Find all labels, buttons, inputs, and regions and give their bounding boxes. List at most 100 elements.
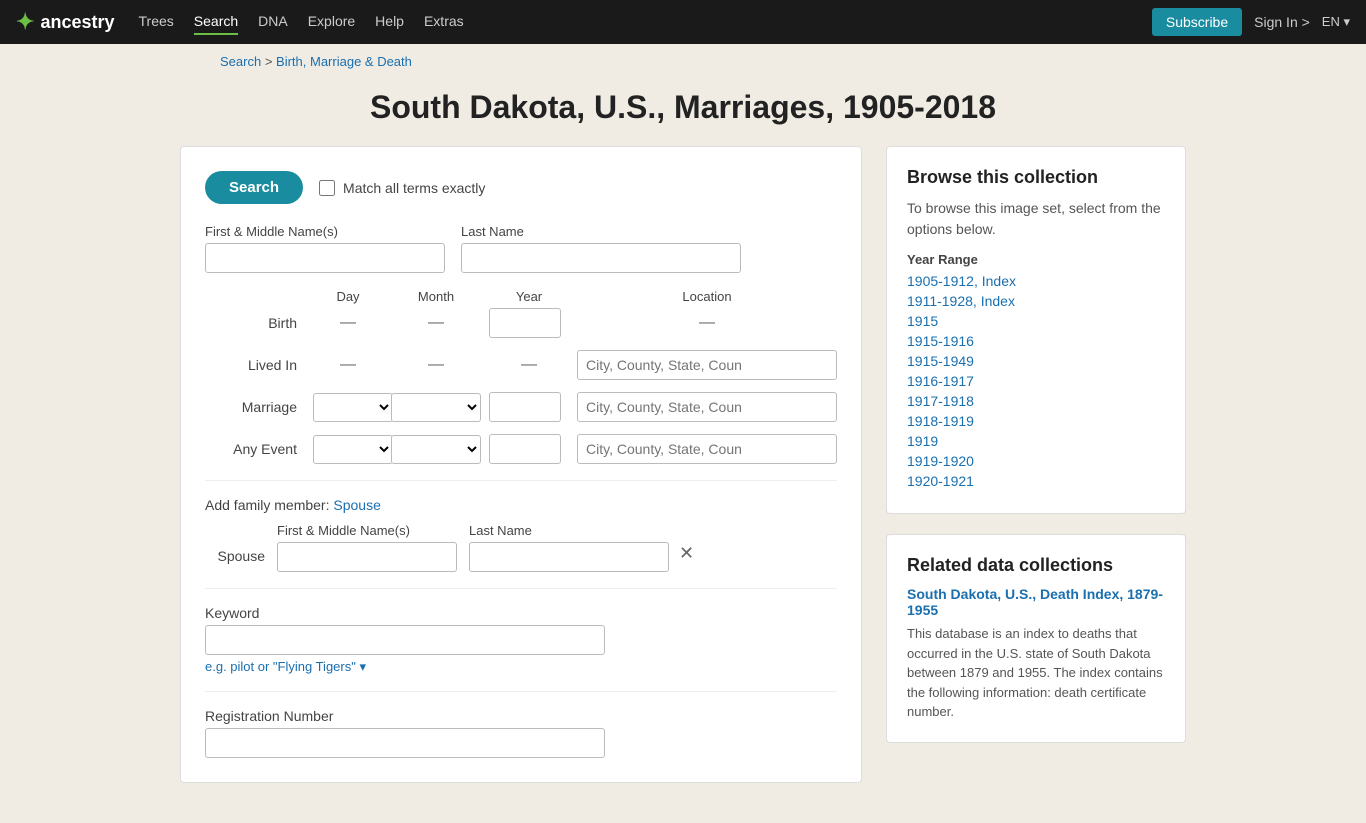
nav-explore[interactable]: Explore — [308, 9, 355, 35]
signin-link[interactable]: Sign In > — [1254, 14, 1310, 30]
marriage-month-select[interactable] — [391, 393, 481, 422]
year-range-item: 1915-1916 — [907, 333, 1165, 349]
keyword-input[interactable] — [205, 625, 605, 655]
form-divider — [205, 480, 837, 481]
main-layout: Search Match all terms exactly First & M… — [0, 146, 1366, 823]
year-range-item: 1919 — [907, 433, 1165, 449]
match-exact-checkbox[interactable] — [319, 180, 335, 196]
lived-in-label: Lived In — [205, 357, 305, 373]
browse-title: Browse this collection — [907, 167, 1165, 188]
match-exact-label: Match all terms exactly — [343, 180, 485, 196]
breadcrumb-search[interactable]: Search — [220, 54, 261, 69]
year-range-item: 1915 — [907, 313, 1165, 329]
related-description: This database is an index to deaths that… — [907, 624, 1165, 722]
subscribe-button[interactable]: Subscribe — [1152, 8, 1242, 36]
search-button[interactable]: Search — [205, 171, 303, 204]
year-range-link-10[interactable]: 1920-1921 — [907, 473, 974, 489]
year-range-link-4[interactable]: 1915-1949 — [907, 353, 974, 369]
location-col-header: Location — [577, 289, 837, 304]
year-range-link-2[interactable]: 1915 — [907, 313, 938, 329]
any-event-location-input[interactable] — [577, 434, 837, 464]
year-range-link-3[interactable]: 1915-1916 — [907, 333, 974, 349]
year-range-item: 1919-1920 — [907, 453, 1165, 469]
related-title: Related data collections — [907, 555, 1165, 576]
birth-year-input[interactable] — [489, 308, 561, 338]
year-range-label: Year Range — [907, 252, 1165, 267]
birth-month-dash: — — [391, 314, 481, 332]
lived-day-dash: — — [313, 356, 383, 374]
day-col-header: Day — [313, 289, 383, 304]
nav-help[interactable]: Help — [375, 9, 404, 35]
birth-row: Birth — — — — [205, 308, 837, 338]
search-header: Search Match all terms exactly — [205, 171, 837, 204]
spouse-last-group: Last Name ✕ — [469, 523, 700, 572]
search-panel: Search Match all terms exactly First & M… — [180, 146, 862, 783]
add-spouse-link[interactable]: Spouse — [333, 497, 380, 513]
marriage-row: Marriage — [205, 392, 837, 422]
year-range-link-5[interactable]: 1916-1917 — [907, 373, 974, 389]
family-divider — [205, 588, 837, 589]
year-range-item: 1916-1917 — [907, 373, 1165, 389]
last-name-input[interactable] — [461, 243, 741, 273]
spouse-first-group: First & Middle Name(s) — [277, 523, 457, 572]
birth-location-dash: — — [577, 314, 837, 332]
year-range-item: 1915-1949 — [907, 353, 1165, 369]
keyword-section: Keyword e.g. pilot or "Flying Tigers" ▾ — [205, 605, 837, 675]
breadcrumb: Search > Birth, Marriage & Death — [0, 44, 1366, 79]
any-event-year-input[interactable] — [489, 434, 561, 464]
spouse-first-label: First & Middle Name(s) — [277, 523, 457, 538]
language-selector[interactable]: EN ▾ — [1322, 14, 1350, 30]
remove-spouse-button[interactable]: ✕ — [673, 537, 700, 570]
marriage-year-input[interactable] — [489, 392, 561, 422]
related-link[interactable]: South Dakota, U.S., Death Index, 1879-19… — [907, 586, 1165, 618]
year-range-link-1[interactable]: 1911-1928, Index — [907, 293, 1015, 309]
birth-label: Birth — [205, 315, 305, 331]
birth-day-dash: — — [313, 314, 383, 332]
browse-card: Browse this collection To browse this im… — [886, 146, 1186, 514]
any-event-day-select[interactable] — [313, 435, 393, 464]
year-range-item: 1905-1912, Index — [907, 273, 1165, 289]
spouse-label: Spouse — [205, 548, 265, 572]
add-family-row: Add family member: Spouse — [205, 497, 837, 513]
breadcrumb-category[interactable]: Birth, Marriage & Death — [276, 54, 412, 69]
lived-location-input[interactable] — [577, 350, 837, 380]
keyword-label: Keyword — [205, 605, 837, 621]
reg-number-input[interactable] — [205, 728, 605, 758]
match-exact-container: Match all terms exactly — [319, 180, 485, 196]
reg-number-label: Registration Number — [205, 708, 837, 724]
first-name-input[interactable] — [205, 243, 445, 273]
logo-text: ancestry — [40, 12, 114, 33]
spouse-last-label: Last Name — [469, 523, 669, 538]
spouse-last-input[interactable] — [469, 542, 669, 572]
nav-dna[interactable]: DNA — [258, 9, 288, 35]
nav-right: Subscribe Sign In > EN ▾ — [1152, 8, 1350, 36]
browse-description: To browse this image set, select from th… — [907, 198, 1165, 240]
marriage-day-select[interactable] — [313, 393, 393, 422]
nav-extras[interactable]: Extras — [424, 9, 464, 35]
year-range-link-6[interactable]: 1917-1918 — [907, 393, 974, 409]
any-event-month-select[interactable] — [391, 435, 481, 464]
year-col-header: Year — [489, 289, 569, 304]
year-range-link-7[interactable]: 1918-1919 — [907, 413, 974, 429]
breadcrumb-separator: > — [265, 54, 276, 69]
lived-in-row: Lived In — — — — [205, 350, 837, 380]
nav-trees[interactable]: Trees — [139, 9, 174, 35]
site-logo[interactable]: ✦ ancestry — [16, 9, 115, 35]
last-name-label: Last Name — [461, 224, 741, 239]
keyword-hint[interactable]: e.g. pilot or "Flying Tigers" ▾ — [205, 659, 837, 675]
related-card: Related data collections South Dakota, U… — [886, 534, 1186, 743]
marriage-location-input[interactable] — [577, 392, 837, 422]
year-range-link-9[interactable]: 1919-1920 — [907, 453, 974, 469]
last-name-group: Last Name — [461, 224, 741, 273]
spouse-first-input[interactable] — [277, 542, 457, 572]
year-range-link-8[interactable]: 1919 — [907, 433, 938, 449]
any-event-row: Any Event — [205, 434, 837, 464]
year-range-item: 1917-1918 — [907, 393, 1165, 409]
year-range-link-0[interactable]: 1905-1912, Index — [907, 273, 1016, 289]
lived-year-dash: — — [489, 356, 569, 374]
marriage-label: Marriage — [205, 399, 305, 415]
event-column-headers: Day Month Year Location — [205, 289, 837, 304]
nav-search[interactable]: Search — [194, 9, 238, 35]
family-section: Add family member: Spouse Spouse First &… — [205, 497, 837, 572]
first-middle-label: First & Middle Name(s) — [205, 224, 445, 239]
